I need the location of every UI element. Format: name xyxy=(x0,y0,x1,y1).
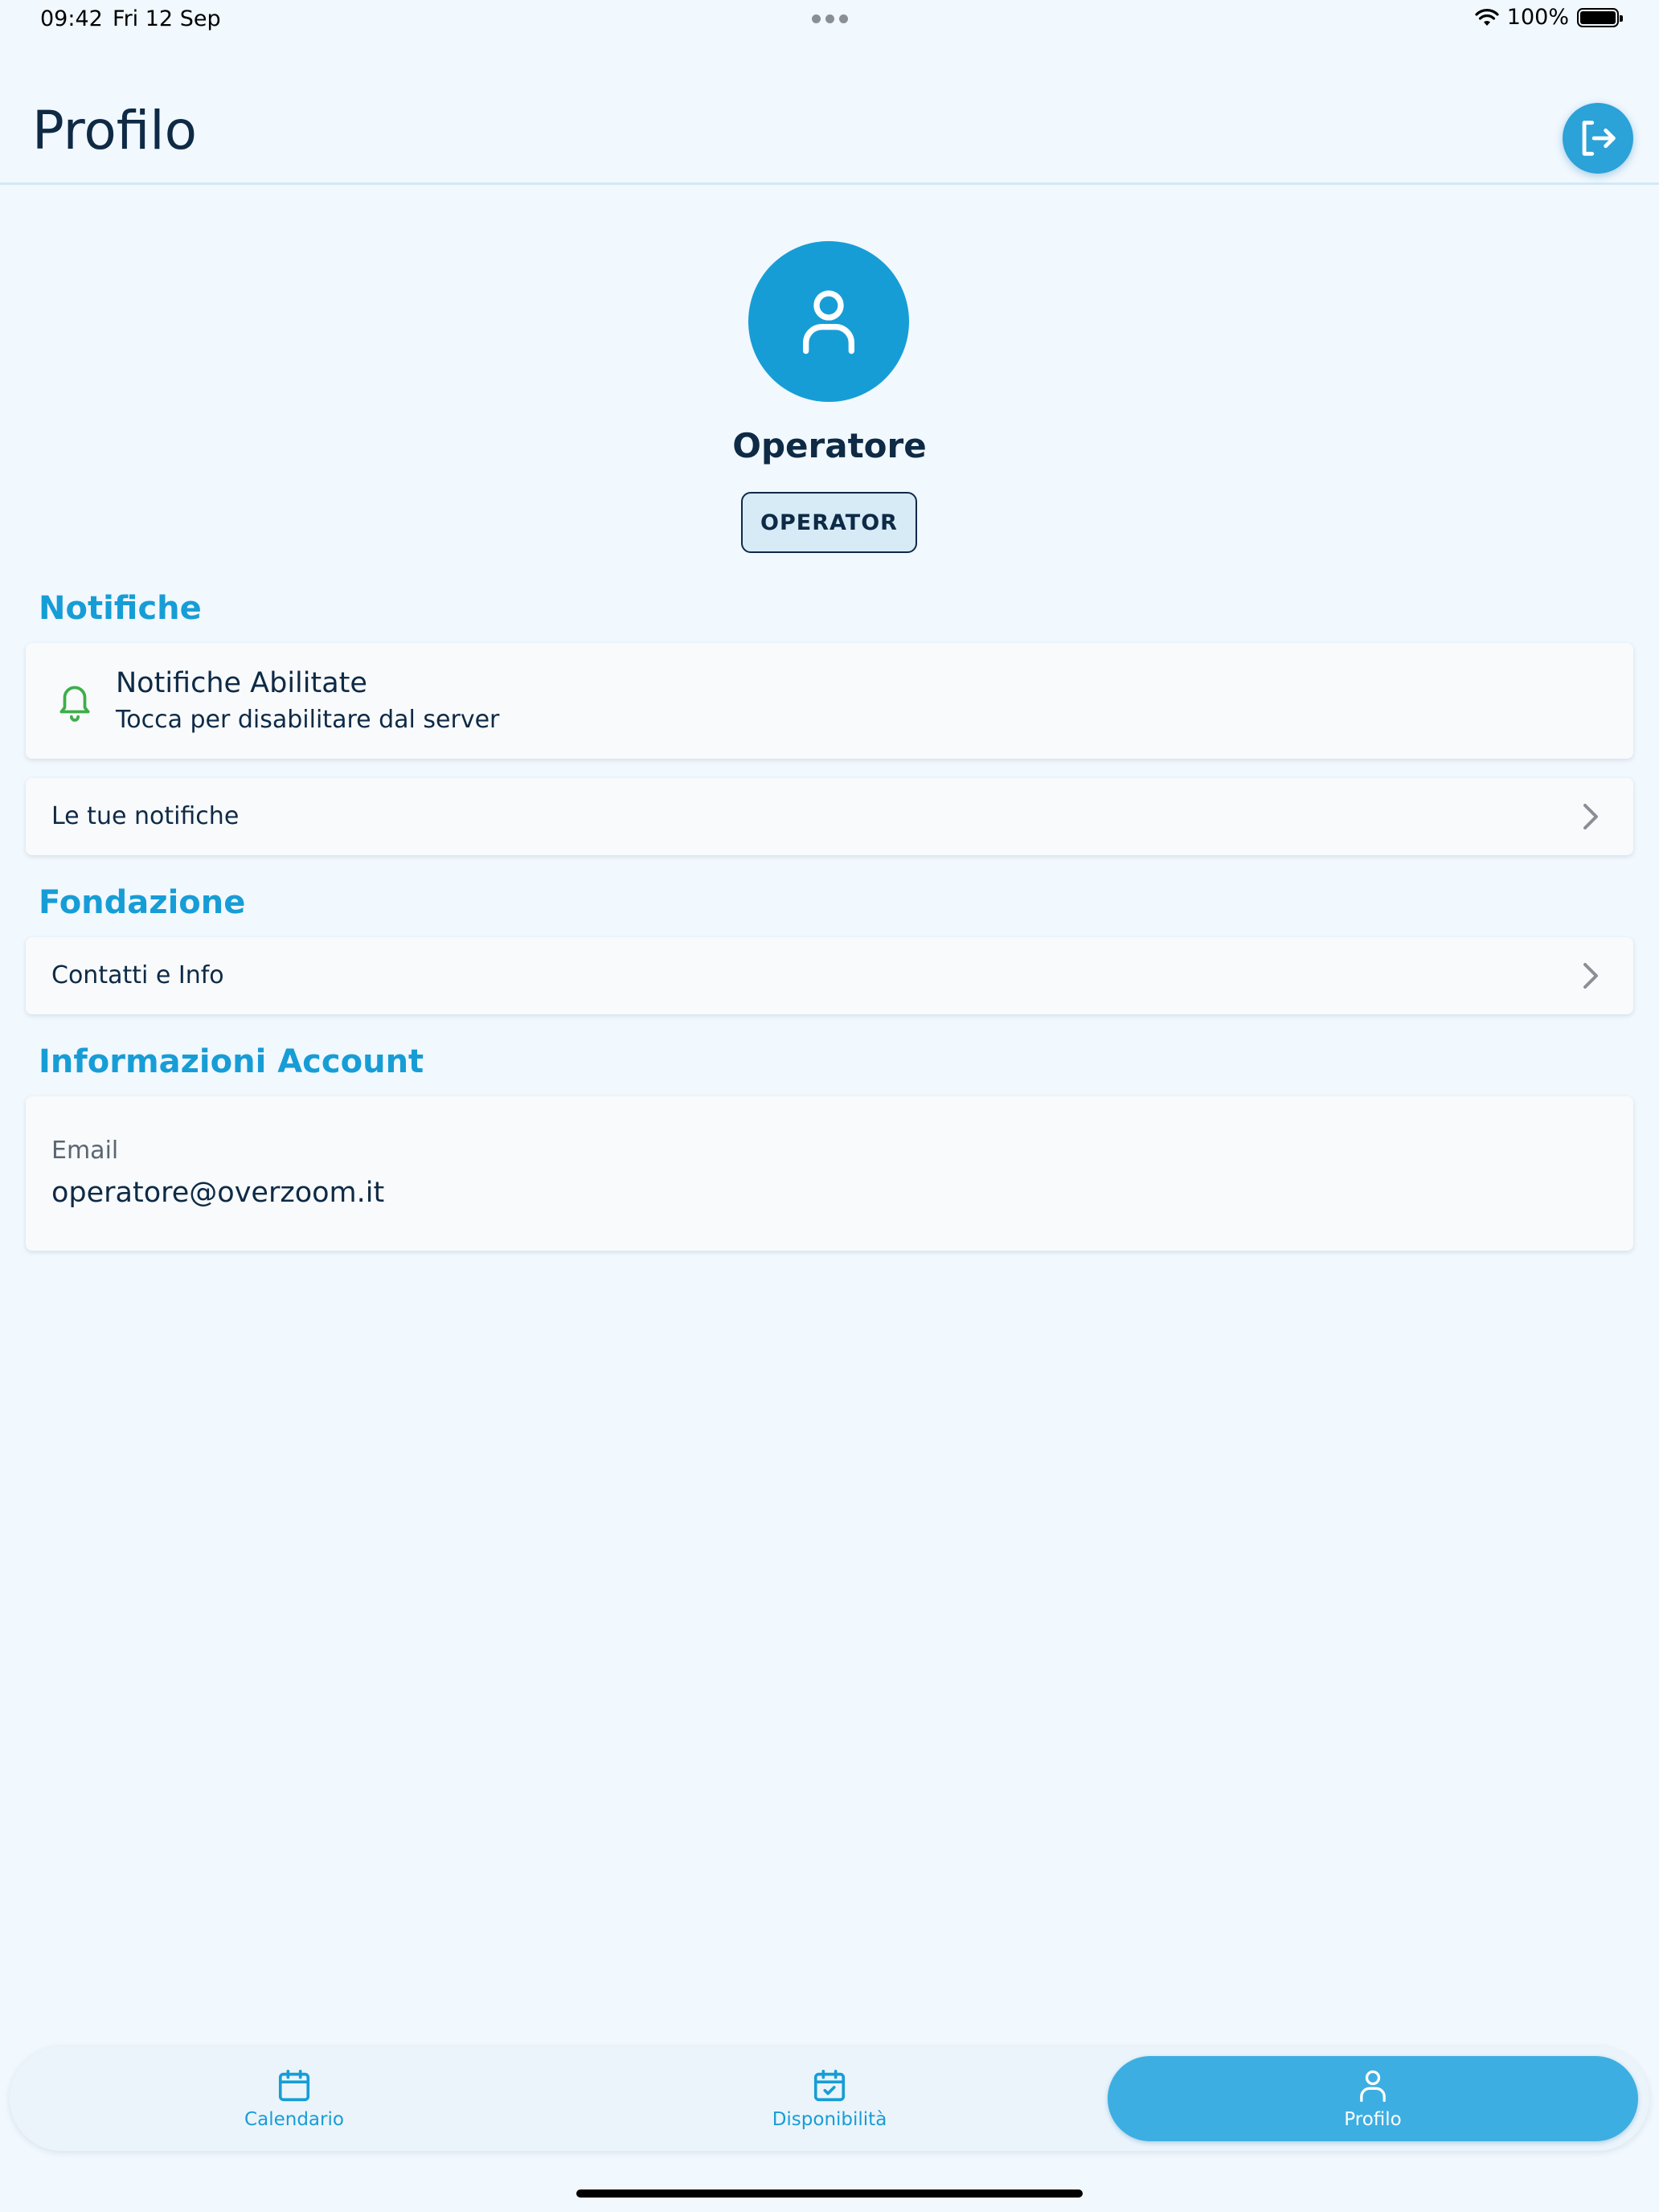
battery-percent: 100% xyxy=(1506,5,1569,30)
page-title: Profilo xyxy=(32,100,197,162)
role-badge: OPERATOR xyxy=(741,492,917,553)
tab-label-profilo: Profilo xyxy=(1344,2109,1402,2130)
calendar-icon xyxy=(278,2069,310,2102)
your-notifications-row[interactable]: Le tue notifiche xyxy=(26,778,1633,855)
your-notifications-label: Le tue notifiche xyxy=(51,802,240,830)
notifications-status-title: Notifiche Abilitate xyxy=(116,667,367,699)
status-time: 09:42 xyxy=(40,6,103,31)
status-date: Fri 12 Sep xyxy=(113,6,221,31)
tab-profilo[interactable]: Profilo xyxy=(1108,2056,1638,2141)
status-bar: 09:42 Fri 12 Sep 100% xyxy=(0,0,1659,39)
user-icon xyxy=(803,290,854,354)
app-header: Profilo xyxy=(0,39,1659,185)
profile-name: Operatore xyxy=(732,426,927,465)
tab-label-disponibilita: Disponibilità xyxy=(772,2109,887,2130)
avatar xyxy=(748,241,909,402)
email-value: operatore@overzoom.it xyxy=(51,1177,385,1209)
logout-icon xyxy=(1582,121,1616,156)
home-indicator[interactable] xyxy=(576,2189,1083,2198)
notifications-status-card[interactable]: Notifiche Abilitate Tocca per disabilita… xyxy=(26,643,1633,759)
logout-button[interactable] xyxy=(1563,103,1633,174)
notifications-status-subtitle: Tocca per disabilitare dal server xyxy=(116,706,500,734)
status-indicators: 100% xyxy=(1475,5,1623,30)
chevron-right-icon xyxy=(1583,963,1598,989)
battery-level xyxy=(1580,10,1616,24)
multitasking-dots-icon[interactable] xyxy=(812,14,848,23)
user-icon xyxy=(1360,2070,1386,2102)
contacts-info-row[interactable]: Contatti e Info xyxy=(26,937,1633,1014)
tab-calendario[interactable]: Calendario xyxy=(29,2056,559,2141)
calendar-check-icon xyxy=(813,2069,846,2102)
chevron-right-icon xyxy=(1583,804,1598,830)
section-title-account: Informazioni Account xyxy=(39,1043,424,1080)
wifi-icon xyxy=(1475,8,1499,26)
email-label: Email xyxy=(51,1137,119,1165)
section-title-foundation: Fondazione xyxy=(39,884,246,921)
tab-bar: Calendario Disponibilità Profilo xyxy=(10,2046,1649,2151)
battery-icon xyxy=(1577,7,1623,27)
section-title-notifications: Notifiche xyxy=(39,590,202,627)
account-email-card: Email operatore@overzoom.it xyxy=(26,1096,1633,1251)
tab-disponibilita[interactable]: Disponibilità xyxy=(564,2056,1095,2141)
bell-icon xyxy=(59,686,90,722)
tab-label-calendario: Calendario xyxy=(244,2109,344,2130)
contacts-info-label: Contatti e Info xyxy=(51,961,224,989)
